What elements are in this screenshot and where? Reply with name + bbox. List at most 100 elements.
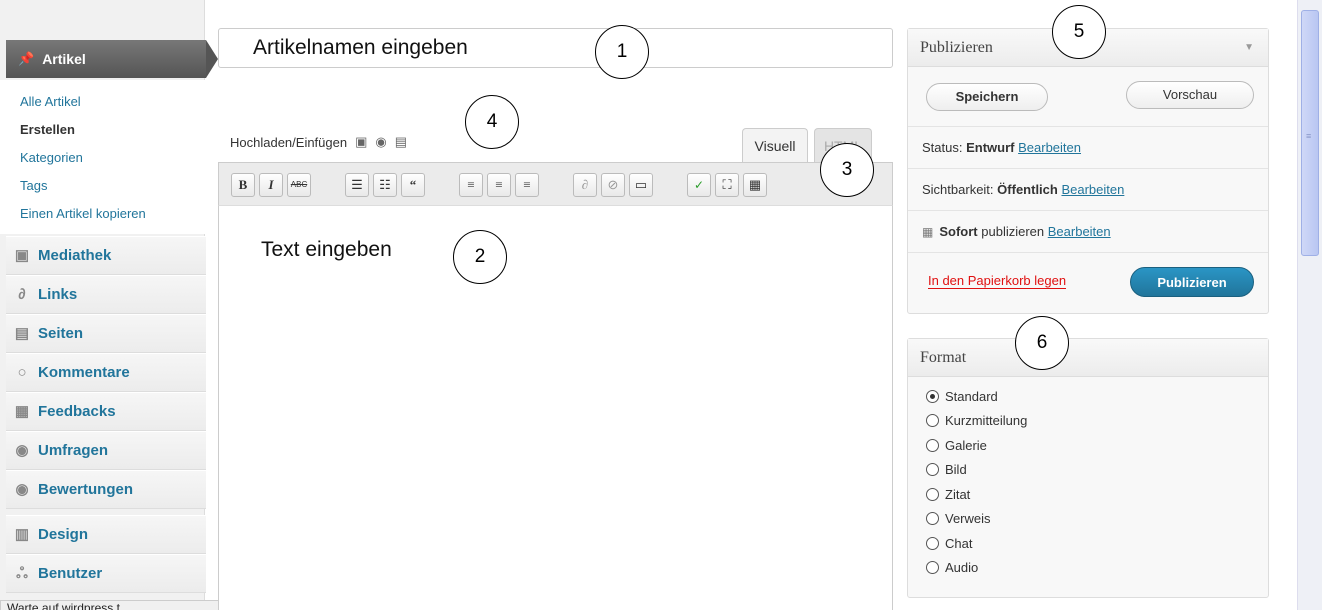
vertical-scrollbar[interactable]: ≡ [1297, 0, 1322, 610]
callout-3: 3 [820, 143, 874, 197]
poll-icon: ◉ [15, 441, 29, 459]
media-icon: ▣ [14, 246, 30, 264]
collapse-arrow-icon[interactable]: ▼ [1244, 29, 1254, 67]
submenu-new-post[interactable]: Erstellen [20, 116, 205, 144]
callout-4: 4 [465, 95, 519, 149]
unlink-button[interactable]: ⊘ [601, 173, 625, 197]
radio-icon[interactable] [926, 536, 939, 550]
calendar-icon: ▦ [922, 224, 934, 239]
sidebar-item-kommentare[interactable]: ○ Kommentare [6, 353, 206, 392]
sidebar-item-bewertungen[interactable]: ◉ Bewertungen [6, 470, 206, 509]
sidebar-item-label: Mediathek [38, 247, 112, 264]
bullet-list-button[interactable]: ☰ [345, 173, 369, 197]
format-option-label: Zitat [945, 486, 971, 502]
tab-visual[interactable]: Visuell [742, 128, 808, 162]
admin-sidebar: 📌 Artikel Alle Artikel Erstellen Kategor… [0, 0, 218, 610]
submenu-categories[interactable]: Kategorien [20, 144, 205, 172]
pin-icon: 📌 [18, 51, 35, 66]
align-left-button[interactable]: ≡ [459, 173, 483, 197]
format-option-zitat[interactable]: Zitat [908, 482, 1268, 507]
radio-icon[interactable] [926, 487, 939, 501]
edit-status-link[interactable]: Bearbeiten [1018, 140, 1081, 155]
italic-button[interactable]: I [259, 173, 283, 197]
sidebar-item-links[interactable]: ∂ Links [6, 275, 206, 314]
users-icon: ஃ [16, 564, 28, 582]
bold-button[interactable]: B [231, 173, 255, 197]
format-option-verweis[interactable]: Verweis [908, 507, 1268, 532]
sidebar-item-label: Bewertungen [38, 481, 134, 498]
publish-box: Publizieren ▼ Speichern Vorschau Status:… [907, 28, 1269, 314]
format-option-standard[interactable]: Standard [908, 384, 1268, 409]
schedule-value: Sofort [939, 224, 978, 239]
format-option-chat[interactable]: Chat [908, 531, 1268, 556]
submenu-copy-post[interactable]: Einen Artikel kopieren [20, 200, 205, 228]
format-option-label: Chat [945, 535, 973, 551]
sidebar-item-label: Links [38, 286, 78, 303]
kitchen-sink-button[interactable]: ▦ [743, 173, 767, 197]
sidebar-item-artikel[interactable]: 📌 Artikel [6, 40, 218, 78]
preview-button[interactable]: Vorschau [1126, 81, 1254, 109]
sidebar-item-feedbacks[interactable]: ▦ Feedbacks [6, 392, 206, 431]
numbered-list-button[interactable]: ☷ [373, 173, 397, 197]
pages-icon: ▤ [14, 324, 30, 342]
callout-6: 6 [1015, 316, 1069, 370]
edit-visibility-link[interactable]: Bearbeiten [1061, 182, 1124, 197]
scrollbar-thumb[interactable]: ≡ [1301, 10, 1319, 256]
format-box-title[interactable]: Format [908, 339, 1268, 377]
spellcheck-button[interactable]: ✓ [687, 173, 711, 197]
fullscreen-button[interactable]: ⛶ [715, 173, 739, 197]
grip-icon: ≡ [1306, 131, 1312, 141]
add-form-icon[interactable]: ▤ [395, 134, 407, 150]
radio-icon[interactable] [926, 463, 939, 477]
save-draft-button[interactable]: Speichern [926, 83, 1048, 111]
format-option-label: Galerie [945, 437, 987, 453]
sidebar-item-label: Benutzer [38, 565, 103, 582]
sidebar-item-seiten[interactable]: ▤ Seiten [6, 314, 206, 353]
format-option-audio[interactable]: Audio [908, 556, 1268, 581]
radio-selected-icon[interactable] [926, 389, 939, 403]
format-box: Format Standard Kurzmitteilung Galerie B… [907, 338, 1269, 598]
edit-schedule-link[interactable]: Bearbeiten [1048, 224, 1111, 239]
format-option-galerie[interactable]: Galerie [908, 433, 1268, 458]
post-content-editor[interactable]: Text eingeben [218, 206, 893, 610]
format-options: Standard Kurzmitteilung Galerie Bild Zit… [908, 377, 1268, 580]
media-upload-row: Hochladen/Einfügen ▣ ◉ ▤ [230, 134, 407, 150]
radio-icon[interactable] [926, 512, 939, 526]
format-option-kurzmitteilung[interactable]: Kurzmitteilung [908, 409, 1268, 434]
submenu-all-posts[interactable]: Alle Artikel [20, 88, 205, 116]
link-icon: ∂ [18, 285, 26, 303]
callout-1: 1 [595, 25, 649, 79]
more-tag-button[interactable]: ▭ [629, 173, 653, 197]
sidebar-item-design[interactable]: ▥ Design [6, 515, 206, 554]
sidebar-menu: ▣ Mediathek ∂ Links ▤ Seiten ○ Kommentare ▦ F… [6, 236, 206, 593]
editor-toolbar: B I ABC ☰ ☷ “ ≡ ≡ ≡ ∂ ⊘ ▭ ✓ ⛶ ▦ [218, 162, 893, 206]
submenu-tags[interactable]: Tags [20, 172, 205, 200]
visibility-value: Öffentlich [997, 182, 1058, 197]
publish-button[interactable]: Publizieren [1130, 267, 1254, 297]
publish-title-text: Publizieren [920, 39, 993, 56]
sidebar-item-mediathek[interactable]: ▣ Mediathek [6, 236, 206, 275]
blockquote-button[interactable]: “ [401, 173, 425, 197]
strikethrough-button[interactable]: ABC [287, 173, 311, 197]
schedule-label: publizieren [981, 224, 1045, 239]
post-title-input[interactable]: Artikelnamen eingeben [218, 28, 893, 68]
align-center-button[interactable]: ≡ [487, 173, 511, 197]
sidebar-item-benutzer[interactable]: ஃ Benutzer [6, 554, 206, 593]
insert-link-button[interactable]: ∂ [573, 173, 597, 197]
add-poll-icon[interactable]: ◉ [375, 134, 386, 150]
format-option-bild[interactable]: Bild [908, 458, 1268, 483]
visibility-row: Sichtbarkeit: Öffentlich Bearbeiten [908, 168, 1268, 210]
sidebar-item-label: Seiten [38, 325, 84, 342]
callout-5: 5 [1052, 5, 1106, 59]
design-icon: ▥ [14, 525, 30, 543]
add-media-icon[interactable]: ▣ [355, 134, 367, 150]
feedback-icon: ▦ [14, 402, 30, 420]
trash-link[interactable]: In den Papierkorb legen [928, 273, 1067, 289]
align-right-button[interactable]: ≡ [515, 173, 539, 197]
sidebar-item-umfragen[interactable]: ◉ Umfragen [6, 431, 206, 470]
radio-icon[interactable] [926, 438, 939, 452]
radio-icon[interactable] [926, 561, 939, 575]
radio-icon[interactable] [926, 414, 939, 428]
sidebar-item-label: Umfragen [38, 442, 109, 459]
comment-icon: ○ [17, 363, 27, 381]
